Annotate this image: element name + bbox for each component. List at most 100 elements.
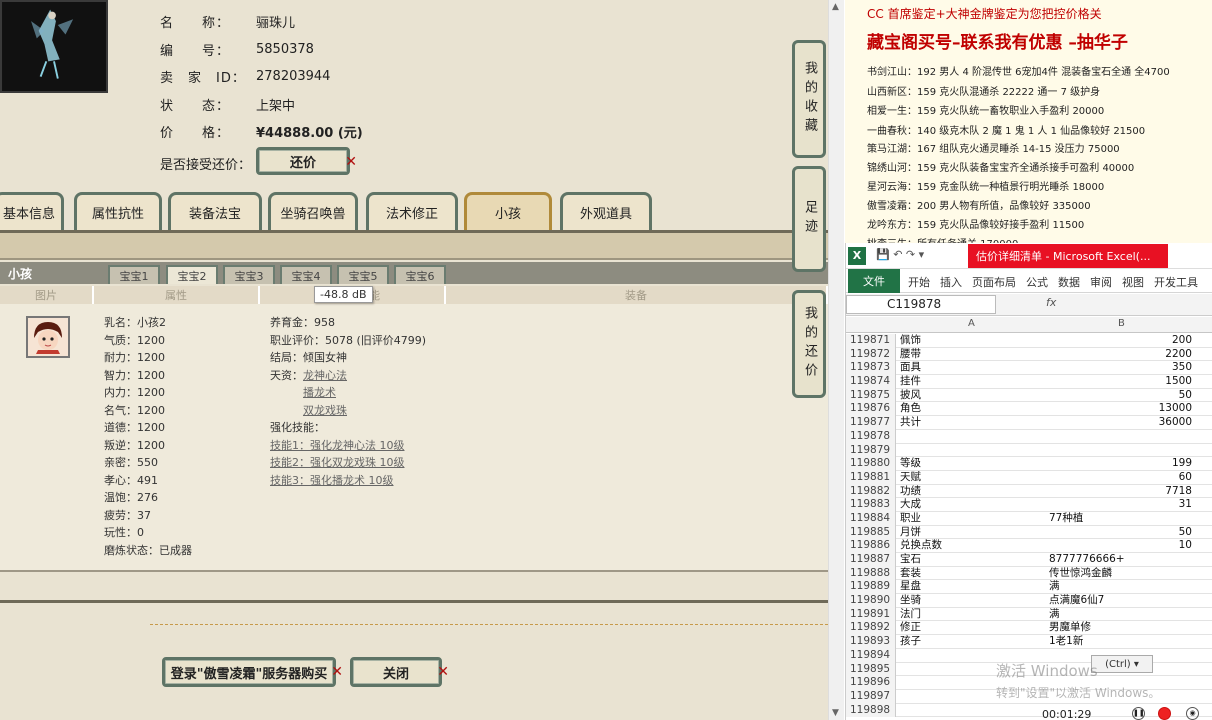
tab-mounts-pets[interactable]: 坐骑召唤兽 — [268, 192, 358, 230]
cell-a[interactable]: 星盘 — [900, 580, 1046, 594]
cell-b[interactable]: 31 — [1049, 498, 1192, 512]
tab-review[interactable]: 审阅 — [1090, 274, 1112, 290]
enhance-skill-link[interactable]: 技能3：强化播龙术 10级 — [270, 474, 394, 487]
name-box[interactable]: C119878 — [846, 295, 996, 314]
row-number[interactable]: 119890 — [846, 594, 896, 608]
cell-a[interactable]: 职业 — [900, 512, 1046, 526]
cell-b[interactable]: 50 — [1049, 389, 1192, 403]
row-number[interactable]: 119883 — [846, 498, 896, 512]
cell-a[interactable]: 等级 — [900, 457, 1046, 471]
paste-options-button[interactable]: (Ctrl) ▾ — [1091, 655, 1153, 673]
cell-b[interactable]: 满 — [1049, 608, 1192, 622]
cell-a[interactable]: 套装 — [900, 567, 1046, 581]
cell-b[interactable]: 点满魔6仙7 — [1049, 594, 1192, 608]
bargain-button[interactable]: 还价 ✕ — [256, 147, 357, 175]
cell-a[interactable]: 腰带 — [900, 348, 1046, 362]
row-number[interactable]: 119895 — [846, 662, 896, 677]
tab-basic-info[interactable]: 基本信息 — [0, 192, 64, 230]
cell-a[interactable]: 兑换点数 — [900, 539, 1046, 553]
row-number[interactable]: 119884 — [846, 511, 896, 526]
cell-b[interactable]: 36000 — [1049, 416, 1192, 430]
row-number[interactable]: 119871 — [846, 334, 896, 348]
login-server-buy-button[interactable]: 登录"傲雪凌霜"服务器购买 ✕ — [162, 657, 343, 687]
cell-a[interactable]: 大成 — [900, 498, 1046, 512]
tab-appearance-items[interactable]: 外观道具 — [560, 192, 652, 230]
record-icon[interactable] — [1158, 707, 1171, 720]
tab-child[interactable]: 小孩 — [464, 192, 552, 230]
row-number[interactable]: 119893 — [846, 635, 896, 649]
row-number[interactable]: 119882 — [846, 484, 896, 499]
scroll-up-icon[interactable]: ▲ — [832, 2, 839, 12]
column-header-b[interactable]: B — [1118, 318, 1125, 329]
favorites-button[interactable]: 我的收藏 — [792, 40, 826, 158]
tab-formulas[interactable]: 公式 — [1026, 274, 1048, 290]
row-number[interactable]: 119886 — [846, 539, 896, 553]
vertical-scrollbar[interactable]: ▲ ▼ — [828, 0, 844, 720]
row-number[interactable]: 119889 — [846, 580, 896, 595]
cell-b[interactable]: 8777776666+ — [1049, 553, 1192, 567]
cell-b[interactable]: 10 — [1049, 539, 1192, 553]
row-number[interactable]: 119873 — [846, 361, 896, 376]
cell-a[interactable]: 披风 — [900, 389, 1046, 403]
cell-b[interactable]: 男魔单修 — [1049, 621, 1192, 635]
close-button[interactable]: 关闭 ✕ — [350, 657, 449, 687]
cell-b[interactable]: 199 — [1049, 457, 1192, 471]
cell-a[interactable]: 坐骑 — [900, 594, 1046, 608]
talent-link[interactable]: 播龙术 — [303, 386, 336, 399]
row-number[interactable]: 119877 — [846, 416, 896, 430]
scroll-down-icon[interactable]: ▼ — [832, 708, 839, 718]
cell-a[interactable]: 共计 — [900, 416, 1046, 430]
row-number[interactable]: 119879 — [846, 443, 896, 458]
tab-spell-correction[interactable]: 法术修正 — [366, 192, 458, 230]
cell-b[interactable]: 13000 — [1049, 402, 1192, 416]
cell-b[interactable]: 7718 — [1049, 485, 1192, 499]
talent-link[interactable]: 龙神心法 — [303, 369, 347, 382]
cell-b[interactable]: 200 — [1049, 334, 1192, 348]
row-number[interactable]: 119894 — [846, 648, 896, 663]
cell-a[interactable]: 宝石 — [900, 553, 1046, 567]
cell-a[interactable]: 法门 — [900, 608, 1046, 622]
cell-a[interactable]: 孩子 — [900, 635, 1046, 649]
subtab-baby-2[interactable]: 宝宝2 — [166, 265, 218, 284]
tab-insert[interactable]: 插入 — [940, 274, 962, 290]
enhance-skill-link[interactable]: 技能2：强化双龙戏珠 10级 — [270, 456, 405, 469]
quick-access-toolbar[interactable]: 💾 ↶ ↷ ▾ — [876, 248, 924, 261]
row-number[interactable]: 119888 — [846, 566, 896, 581]
cell-b[interactable]: 50 — [1049, 526, 1192, 540]
pause-icon[interactable]: ❚❚ — [1132, 707, 1145, 720]
cell-b[interactable]: 传世惊鸿金麟 — [1049, 567, 1192, 581]
row-number[interactable]: 119896 — [846, 676, 896, 690]
row-number[interactable]: 119892 — [846, 621, 896, 636]
row-number[interactable]: 119881 — [846, 470, 896, 485]
column-header-a[interactable]: A — [968, 318, 975, 329]
cell-a[interactable]: 天赋 — [900, 471, 1046, 485]
tab-developer[interactable]: 开发工具 — [1154, 274, 1198, 290]
cell-a[interactable]: 月饼 — [900, 526, 1046, 540]
enhance-skill-link[interactable]: 技能1：强化龙神心法 10级 — [270, 439, 405, 452]
footprint-button[interactable]: 足迹 — [792, 166, 826, 272]
cell-a[interactable]: 功绩 — [900, 485, 1046, 499]
tab-file[interactable]: 文件 — [848, 269, 900, 293]
row-number[interactable]: 119885 — [846, 525, 896, 540]
talent-link[interactable]: 双龙戏珠 — [303, 404, 347, 417]
cell-b[interactable]: 满 — [1049, 580, 1192, 594]
subtab-baby-6[interactable]: 宝宝6 — [394, 265, 446, 284]
tab-page-layout[interactable]: 页面布局 — [972, 274, 1016, 290]
subtab-baby-4[interactable]: 宝宝4 — [280, 265, 332, 284]
tab-attribute-resist[interactable]: 属性抗性 — [74, 192, 162, 230]
row-number[interactable]: 119876 — [846, 402, 896, 417]
cell-a[interactable]: 修正 — [900, 621, 1046, 635]
cell-b[interactable]: 77种植 — [1049, 512, 1192, 526]
subtab-baby-5[interactable]: 宝宝5 — [337, 265, 389, 284]
tab-view[interactable]: 视图 — [1122, 274, 1144, 290]
row-number[interactable]: 119874 — [846, 375, 896, 389]
row-number[interactable]: 119897 — [846, 689, 896, 704]
cell-a[interactable]: 角色 — [900, 402, 1046, 416]
subtab-baby-1[interactable]: 宝宝1 — [108, 265, 160, 284]
row-number[interactable]: 119878 — [846, 429, 896, 444]
cell-b[interactable]: 1500 — [1049, 375, 1192, 389]
cell-b[interactable]: 350 — [1049, 361, 1192, 375]
row-number[interactable]: 119898 — [846, 703, 896, 718]
cell-b[interactable]: 2200 — [1049, 348, 1192, 362]
row-number[interactable]: 119875 — [846, 388, 896, 403]
